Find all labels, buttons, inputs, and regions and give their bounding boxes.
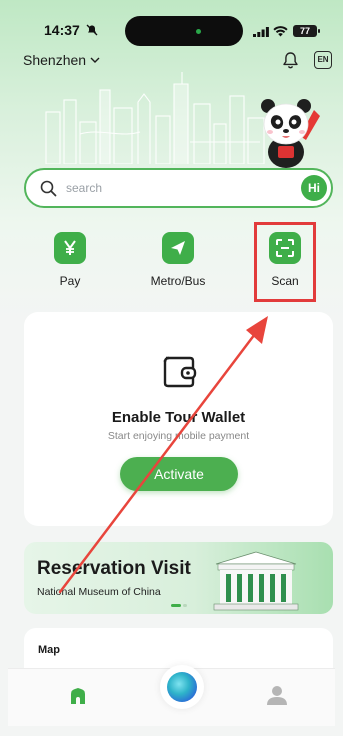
- tour-wallet-card: Enable Tour Wallet Start enjoying mobile…: [24, 312, 333, 526]
- scan-label: Scan: [271, 274, 299, 288]
- signal-icon: [253, 27, 269, 37]
- activate-button[interactable]: Activate: [120, 457, 238, 491]
- chevron-down-icon: [90, 57, 100, 63]
- search-icon: [40, 180, 57, 197]
- dynamic-island: [125, 16, 243, 46]
- clock: 14:37: [44, 22, 80, 38]
- status-bar: 14:37 77: [0, 0, 343, 46]
- city-name: Shenzhen: [23, 52, 87, 68]
- yen-icon: [64, 240, 76, 255]
- bottom-tab-bar: [8, 665, 335, 726]
- reservation-banner[interactable]: Reservation Visit National Museum of Chi…: [24, 542, 333, 614]
- wallet-icon: [163, 356, 197, 388]
- city-skyline-illustration: [45, 72, 265, 164]
- ai-assistant-orb-button[interactable]: [160, 665, 204, 709]
- wallet-subtitle: Start enjoying mobile payment: [107, 430, 250, 442]
- language-toggle[interactable]: EN: [314, 51, 332, 69]
- scan-button[interactable]: Scan: [245, 232, 325, 288]
- reservation-title: Reservation Visit: [37, 558, 191, 579]
- wifi-icon: [273, 26, 288, 37]
- pager-dot: [183, 604, 187, 607]
- city-selector[interactable]: Shenzhen: [23, 52, 100, 68]
- pay-tile: [54, 232, 86, 264]
- museum-building-icon: [213, 551, 299, 611]
- wallet-title: Enable Tour Wallet: [111, 409, 246, 426]
- search-bar[interactable]: Hi: [24, 168, 333, 208]
- home-icon[interactable]: [68, 686, 88, 706]
- metro-bus-label: Metro/Bus: [150, 274, 206, 288]
- scan-icon: [276, 239, 294, 257]
- carousel-pager: [171, 604, 189, 607]
- camera-indicator-icon: [196, 29, 201, 34]
- panda-mascot-icon: [261, 99, 320, 168]
- scan-tile: [269, 232, 301, 264]
- mute-icon: [86, 24, 98, 36]
- bell-icon[interactable]: [282, 51, 299, 69]
- pager-dot-active: [171, 604, 181, 607]
- map-label: Map: [38, 644, 60, 656]
- profile-icon[interactable]: [266, 684, 288, 706]
- ai-orb-icon: [167, 672, 197, 702]
- metro-bus-button[interactable]: Metro/Bus: [138, 232, 218, 288]
- pay-label: Pay: [59, 274, 81, 288]
- metro-bus-tile: [162, 232, 194, 264]
- battery-indicator: 77: [293, 25, 320, 37]
- reservation-subtitle: National Museum of China: [37, 586, 161, 598]
- pay-button[interactable]: Pay: [30, 232, 110, 288]
- paper-plane-icon: [171, 241, 185, 255]
- search-input[interactable]: [66, 178, 286, 198]
- assistant-hi-button[interactable]: Hi: [301, 175, 327, 201]
